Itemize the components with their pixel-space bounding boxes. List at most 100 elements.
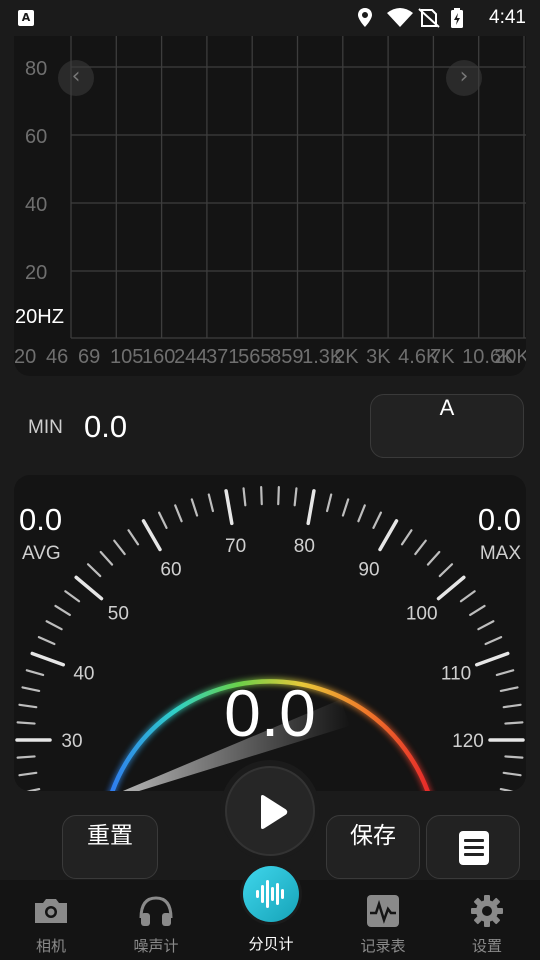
gauge-minor-tick	[495, 669, 515, 677]
gauge-minor-tick	[414, 539, 427, 556]
min-row: MIN 0.0 A	[14, 392, 526, 458]
y-tick-label: 80	[25, 58, 47, 80]
x-tick-label: 244	[174, 346, 207, 368]
gauge-minor-tick	[469, 604, 486, 617]
nav-item-noise-meter[interactable]: 噪声计	[106, 880, 206, 960]
nav-active-button[interactable]	[243, 866, 299, 922]
nav-item-records[interactable]: 记录表	[333, 880, 433, 960]
gauge-minor-tick	[502, 703, 522, 709]
max-value: 0.0	[477, 502, 521, 537]
battery-charging-icon	[451, 8, 463, 28]
chevron-left-icon[interactable]: ‹	[58, 60, 94, 96]
x-tick-label: 20	[14, 346, 36, 368]
gauge-scale-label: 110	[441, 663, 471, 684]
gauge-minor-tick	[400, 529, 413, 546]
gauge-minor-tick	[207, 493, 215, 513]
gauge-scale-label: 80	[294, 536, 315, 557]
gauge-major-tick	[74, 575, 104, 601]
reset-button[interactable]: 重置	[62, 815, 158, 879]
gauge-major-tick	[141, 519, 162, 552]
spectrum-chart: 80 60 40 20 20 46 69 105 160 244 371 565 859 1.3K 2K 3K…	[14, 36, 526, 376]
gauge-major-tick	[306, 489, 316, 526]
gauge-minor-tick	[54, 604, 71, 617]
y-tick-label: 20	[25, 262, 47, 284]
x-tick-label: 371	[206, 346, 239, 368]
gauge-minor-tick	[99, 550, 114, 566]
current-frequency-label: 20HZ	[15, 306, 64, 328]
gauge-minor-tick	[113, 539, 126, 556]
gauge-minor-tick	[372, 511, 383, 529]
x-tick-label: 859	[270, 346, 303, 368]
chevron-right-icon[interactable]: ›	[446, 60, 482, 96]
avg-label: AVG	[22, 543, 61, 564]
x-tick-label: 69	[78, 346, 100, 368]
wifi-icon	[387, 8, 413, 27]
gauge-minor-tick	[21, 686, 41, 693]
gauge-minor-tick	[45, 620, 63, 631]
app-icon: A	[18, 10, 34, 26]
gauge-minor-tick	[64, 590, 81, 603]
gauge-minor-tick	[157, 511, 168, 529]
weighting-button[interactable]: A	[370, 394, 524, 458]
headphones-icon	[139, 896, 173, 926]
gauge-minor-tick	[484, 635, 503, 646]
gauge-minor-tick	[293, 487, 298, 507]
location-icon	[358, 8, 372, 27]
save-button[interactable]: 保存	[326, 815, 420, 879]
nav-item-label: 设置	[471, 937, 502, 955]
gauge-major-tick	[474, 651, 510, 667]
gauge-minor-tick	[499, 686, 519, 693]
gauge-scale-label: 60	[160, 560, 181, 581]
min-value: 0.0	[84, 409, 128, 444]
gauge-minor-tick	[438, 563, 454, 578]
gauge-major-tick	[378, 519, 399, 552]
gauge-major-tick	[30, 651, 66, 667]
status-icons	[358, 8, 463, 28]
min-label: MIN	[28, 417, 63, 438]
gauge-minor-tick	[426, 550, 441, 566]
nav-item-label: 噪声计	[133, 937, 179, 955]
gauge-minor-tick	[174, 504, 183, 523]
pulse-chart-icon	[367, 895, 399, 927]
gauge-scale-label: 50	[108, 604, 129, 625]
no-sim-icon	[418, 8, 440, 28]
gauge-scale-label: 30	[61, 731, 82, 752]
nav-item-settings[interactable]: 设置	[437, 880, 537, 960]
gauge-minor-tick	[499, 787, 516, 791]
records-list-button[interactable]	[426, 815, 520, 879]
y-tick-label: 60	[25, 126, 47, 148]
current-decibel-value: 0.0	[224, 676, 316, 750]
gauge-minor-tick	[127, 529, 140, 546]
nav-item-label: 记录表	[360, 937, 406, 955]
nav-item-label: 相机	[35, 937, 66, 955]
gauge-minor-tick	[16, 721, 36, 725]
gear-icon	[471, 895, 503, 927]
gauge-minor-tick	[504, 721, 524, 725]
gauge-minor-tick	[86, 563, 102, 578]
sound-wave-icon	[256, 880, 284, 908]
gauge-scale-label: 70	[225, 536, 246, 557]
document-list-icon	[459, 831, 489, 865]
gauge-minor-tick	[459, 590, 476, 603]
gauge-scale-label: 40	[73, 663, 94, 684]
gauge-scale-label: 90	[358, 560, 379, 581]
nav-item-label: 分贝计	[248, 935, 294, 953]
x-tick-label: 7K	[430, 346, 455, 368]
gauge-minor-tick	[502, 771, 522, 777]
gauge-minor-tick	[25, 669, 45, 677]
gauge-minor-tick	[477, 620, 495, 631]
x-tick-label: 20K	[494, 346, 526, 368]
gauge-scale-label: 100	[406, 604, 438, 625]
gauge-minor-tick	[260, 486, 263, 506]
x-tick-label: 565	[238, 346, 271, 368]
x-tick-label: 46	[46, 346, 68, 368]
decibel-gauge: 2030405060708090100110120130 0.0 AVG 0.0…	[14, 475, 526, 791]
camera-icon	[35, 899, 67, 923]
gauge-minor-tick	[24, 787, 41, 791]
gauge-minor-tick	[357, 504, 366, 523]
play-icon	[261, 795, 288, 829]
nav-item-camera[interactable]: 相机	[1, 880, 101, 960]
gauge-minor-tick	[16, 755, 36, 759]
play-button[interactable]	[225, 766, 315, 856]
x-tick-label: 2K	[334, 346, 359, 368]
